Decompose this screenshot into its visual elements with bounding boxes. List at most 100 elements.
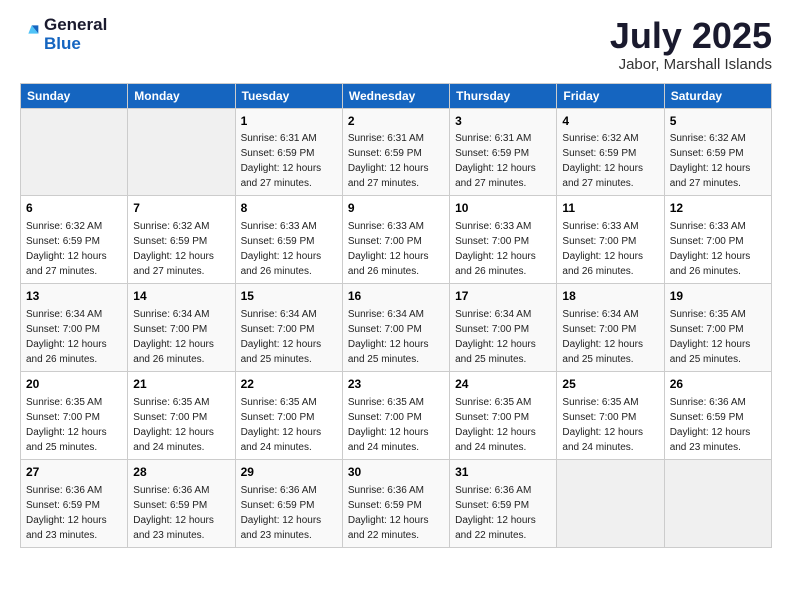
day-info: Sunrise: 6:33 AM Sunset: 7:00 PM Dayligh… [455, 219, 551, 279]
day-info: Sunrise: 6:32 AM Sunset: 6:59 PM Dayligh… [562, 131, 658, 191]
day-number: 29 [241, 464, 337, 481]
calendar-cell: 21Sunrise: 6:35 AM Sunset: 7:00 PM Dayli… [128, 371, 235, 459]
day-info: Sunrise: 6:34 AM Sunset: 7:00 PM Dayligh… [348, 307, 444, 367]
calendar-cell: 25Sunrise: 6:35 AM Sunset: 7:00 PM Dayli… [557, 371, 664, 459]
day-number: 10 [455, 200, 551, 217]
day-number: 27 [26, 464, 122, 481]
day-info: Sunrise: 6:36 AM Sunset: 6:59 PM Dayligh… [670, 395, 766, 455]
day-number: 23 [348, 376, 444, 393]
day-number: 11 [562, 200, 658, 217]
calendar-cell: 5Sunrise: 6:32 AM Sunset: 6:59 PM Daylig… [664, 108, 771, 196]
calendar-cell: 29 Sunrise: 6:36 AM Sunset: 6:59 PM Dayli… [235, 459, 342, 547]
calendar-cell: 2Sunrise: 6:31 AM Sunset: 6:59 PM Daylig… [342, 108, 449, 196]
day-number: 24 [455, 376, 551, 393]
day-header-tuesday: Tuesday [235, 83, 342, 108]
day-info: Sunrise: 6:33 AM Sunset: 7:00 PM Dayligh… [670, 219, 766, 279]
day-info: Sunrise: 6:33 AM Sunset: 7:00 PM Dayligh… [562, 219, 658, 279]
calendar-cell: 1Sunrise: 6:31 AM Sunset: 6:59 PM Daylig… [235, 108, 342, 196]
week-row-4: 20 Sunrise: 6:35 AM Sunset: 7:00 PM Dayli… [21, 371, 772, 459]
day-number: 18 [562, 288, 658, 305]
calendar-cell: 16 Sunrise: 6:34 AM Sunset: 7:00 PM Dayli… [342, 284, 449, 372]
calendar-cell: 23 Sunrise: 6:35 AM Sunset: 7:00 PM Dayli… [342, 371, 449, 459]
day-number: 17 [455, 288, 551, 305]
day-info: Sunrise: 6:35 AM Sunset: 7:00 PM Dayligh… [348, 395, 444, 455]
day-info: Sunrise: 6:36 AM Sunset: 6:59 PM Dayligh… [133, 483, 229, 543]
day-number: 13 [26, 288, 122, 305]
calendar-cell: 24 Sunrise: 6:35 AM Sunset: 7:00 PM Dayli… [450, 371, 557, 459]
calendar-header: SundayMondayTuesdayWednesdayThursdayFrid… [21, 83, 772, 108]
logo-blue: Blue [44, 35, 107, 54]
week-row-3: 13 Sunrise: 6:34 AM Sunset: 7:00 PM Dayli… [21, 284, 772, 372]
day-info: Sunrise: 6:34 AM Sunset: 7:00 PM Dayligh… [562, 307, 658, 367]
day-info: Sunrise: 6:32 AM Sunset: 6:59 PM Dayligh… [670, 131, 766, 191]
day-number: 9 [348, 200, 444, 217]
day-info: Sunrise: 6:34 AM Sunset: 7:00 PM Dayligh… [241, 307, 337, 367]
day-info: Sunrise: 6:35 AM Sunset: 7:00 PM Dayligh… [26, 395, 122, 455]
day-number: 14 [133, 288, 229, 305]
day-info: Sunrise: 6:35 AM Sunset: 7:00 PM Dayligh… [241, 395, 337, 455]
day-info: Sunrise: 6:33 AM Sunset: 6:59 PM Dayligh… [241, 219, 337, 279]
day-info: Sunrise: 6:31 AM Sunset: 6:59 PM Dayligh… [348, 131, 444, 191]
logo-icon [20, 22, 40, 42]
calendar-cell: 3Sunrise: 6:31 AM Sunset: 6:59 PM Daylig… [450, 108, 557, 196]
calendar-cell: 27 Sunrise: 6:36 AM Sunset: 6:59 PM Dayli… [21, 459, 128, 547]
calendar-cell: 9Sunrise: 6:33 AM Sunset: 7:00 PM Daylig… [342, 196, 449, 284]
day-info: Sunrise: 6:36 AM Sunset: 6:59 PM Dayligh… [241, 483, 337, 543]
day-number: 31 [455, 464, 551, 481]
logo: General Blue [20, 16, 107, 53]
header-row: SundayMondayTuesdayWednesdayThursdayFrid… [21, 83, 772, 108]
day-number: 30 [348, 464, 444, 481]
logo-general: General [44, 16, 107, 35]
day-info: Sunrise: 6:32 AM Sunset: 6:59 PM Dayligh… [26, 219, 122, 279]
calendar-cell: 28Sunrise: 6:36 AM Sunset: 6:59 PM Dayli… [128, 459, 235, 547]
calendar-cell: 22 Sunrise: 6:35 AM Sunset: 7:00 PM Dayli… [235, 371, 342, 459]
day-number: 15 [241, 288, 337, 305]
day-info: Sunrise: 6:36 AM Sunset: 6:59 PM Dayligh… [26, 483, 122, 543]
page-header: General Blue July 2025 Jabor, Marshall I… [20, 16, 772, 73]
day-number: 26 [670, 376, 766, 393]
week-row-1: 1Sunrise: 6:31 AM Sunset: 6:59 PM Daylig… [21, 108, 772, 196]
day-info: Sunrise: 6:35 AM Sunset: 7:00 PM Dayligh… [455, 395, 551, 455]
calendar-cell: 6 Sunrise: 6:32 AM Sunset: 6:59 PM Daylig… [21, 196, 128, 284]
day-info: Sunrise: 6:34 AM Sunset: 7:00 PM Dayligh… [455, 307, 551, 367]
day-number: 4 [562, 113, 658, 130]
day-number: 16 [348, 288, 444, 305]
day-header-thursday: Thursday [450, 83, 557, 108]
day-number: 8 [241, 200, 337, 217]
day-info: Sunrise: 6:32 AM Sunset: 6:59 PM Dayligh… [133, 219, 229, 279]
calendar-cell: 10 Sunrise: 6:33 AM Sunset: 7:00 PM Dayli… [450, 196, 557, 284]
day-number: 19 [670, 288, 766, 305]
day-number: 12 [670, 200, 766, 217]
day-number: 7 [133, 200, 229, 217]
calendar-cell [664, 459, 771, 547]
calendar-cell: 8 Sunrise: 6:33 AM Sunset: 6:59 PM Daylig… [235, 196, 342, 284]
day-info: Sunrise: 6:34 AM Sunset: 7:00 PM Dayligh… [26, 307, 122, 367]
calendar-cell: 14Sunrise: 6:34 AM Sunset: 7:00 PM Dayli… [128, 284, 235, 372]
month-title: July 2025 [610, 16, 772, 56]
title-block: July 2025 Jabor, Marshall Islands [610, 16, 772, 73]
day-header-sunday: Sunday [21, 83, 128, 108]
week-row-2: 6 Sunrise: 6:32 AM Sunset: 6:59 PM Daylig… [21, 196, 772, 284]
week-row-5: 27 Sunrise: 6:36 AM Sunset: 6:59 PM Dayli… [21, 459, 772, 547]
calendar-cell: 19Sunrise: 6:35 AM Sunset: 7:00 PM Dayli… [664, 284, 771, 372]
calendar-cell [21, 108, 128, 196]
calendar-cell: 12 Sunrise: 6:33 AM Sunset: 7:00 PM Dayli… [664, 196, 771, 284]
day-header-monday: Monday [128, 83, 235, 108]
day-number: 22 [241, 376, 337, 393]
calendar-cell: 17 Sunrise: 6:34 AM Sunset: 7:00 PM Dayli… [450, 284, 557, 372]
calendar-cell: 20 Sunrise: 6:35 AM Sunset: 7:00 PM Dayli… [21, 371, 128, 459]
day-number: 20 [26, 376, 122, 393]
day-number: 6 [26, 200, 122, 217]
calendar-cell: 26 Sunrise: 6:36 AM Sunset: 6:59 PM Dayli… [664, 371, 771, 459]
day-number: 2 [348, 113, 444, 130]
day-header-saturday: Saturday [664, 83, 771, 108]
calendar-cell: 30 Sunrise: 6:36 AM Sunset: 6:59 PM Dayli… [342, 459, 449, 547]
day-info: Sunrise: 6:36 AM Sunset: 6:59 PM Dayligh… [348, 483, 444, 543]
day-info: Sunrise: 6:35 AM Sunset: 7:00 PM Dayligh… [133, 395, 229, 455]
calendar-cell: 31Sunrise: 6:36 AM Sunset: 6:59 PM Dayli… [450, 459, 557, 547]
day-info: Sunrise: 6:35 AM Sunset: 7:00 PM Dayligh… [562, 395, 658, 455]
calendar-cell [128, 108, 235, 196]
day-number: 3 [455, 113, 551, 130]
calendar-cell [557, 459, 664, 547]
calendar-body: 1Sunrise: 6:31 AM Sunset: 6:59 PM Daylig… [21, 108, 772, 547]
